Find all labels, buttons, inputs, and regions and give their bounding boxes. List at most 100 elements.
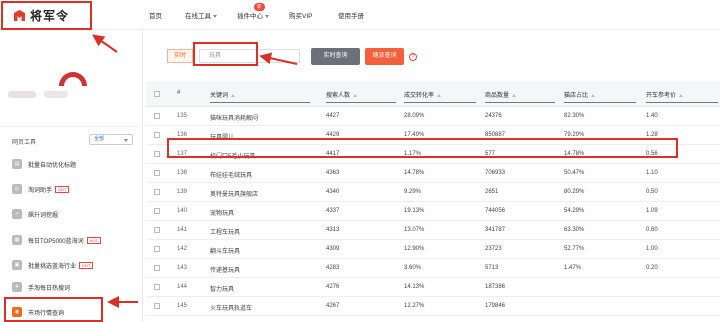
- help-icon[interactable]: ?: [409, 53, 417, 61]
- row-cpc: 1.09: [646, 208, 658, 214]
- row-cpc: 1.40: [646, 113, 658, 119]
- row-checkbox[interactable]: [154, 113, 160, 119]
- row-checkbox[interactable]: [154, 189, 160, 195]
- row-keyword[interactable]: 传递基玩具: [210, 265, 240, 274]
- chevron-down-icon: [213, 14, 217, 18]
- row-searchers: 4309: [326, 246, 340, 252]
- row-keyword[interactable]: 火车玩具轨道车: [210, 303, 252, 312]
- row-index: 145: [177, 303, 188, 309]
- annotation-box-market-query: [4, 297, 103, 322]
- table-row[interactable]: 141 工程车玩具 4313 13.07% 341787 63.30% 0.60: [146, 221, 720, 240]
- sidebar-item-label: 手淘每日热搜词: [28, 285, 71, 292]
- column-header-label: 商品数量: [485, 93, 510, 99]
- rising-words-icon: ↗: [12, 209, 22, 219]
- random-query-button[interactable]: 随派查词: [365, 48, 404, 65]
- row-keyword[interactable]: 猫咪玩具消耗解闷: [210, 113, 258, 122]
- row-checkbox[interactable]: [154, 265, 160, 271]
- sidebar-item-word-helper[interactable]: ◎ 淘词助手 HOT: [12, 182, 70, 196]
- row-keyword[interactable]: 宠物玩具: [210, 208, 234, 217]
- table-row[interactable]: 143 传递基玩具 4283 3.60% 5713 1.47% 0.20: [146, 259, 720, 278]
- column-header-searchers[interactable]: 搜索人数: [326, 90, 358, 99]
- select-all-checkbox[interactable]: [154, 91, 160, 97]
- column-header-label: 搜索人数: [326, 93, 351, 99]
- nav-home[interactable]: 首页: [149, 10, 162, 20]
- table-row[interactable]: 140 宠物玩具 4337 19.13% 744056 54.29% 1.09: [146, 202, 720, 221]
- table-row[interactable]: 135 猫咪玩具消耗解闷 4427 28.09% 24376 82.30% 1.40: [146, 107, 720, 126]
- sidebar: 网页工具 全部 ▤ 批量自动优化标题 ◎ 淘词助手 HOT ↗ 飙升词挖掘 ▦ …: [0, 30, 143, 322]
- sidebar-item-hot-search[interactable]: ✦ 手淘每日热搜词: [12, 280, 70, 294]
- row-cpc: 0.60: [646, 227, 658, 233]
- row-keyword[interactable]: 布娃娃毛绒玩具: [210, 170, 252, 179]
- annotation-box-search: [193, 42, 258, 66]
- row-checkbox[interactable]: [154, 227, 160, 233]
- section-label: 网页工具: [12, 140, 37, 146]
- row-items: 23723: [485, 246, 502, 252]
- row-cpc: 1.10: [646, 170, 658, 176]
- row-tmall-share: 63.30%: [564, 227, 585, 233]
- table-row[interactable]: 142 翻斗车玩具 4309 12.90% 23723 52.77% 1.00: [146, 240, 720, 259]
- header-underline: [210, 102, 310, 103]
- column-header-tmall-share[interactable]: 猫店占比: [564, 90, 596, 99]
- column-header-items[interactable]: 商品数量: [485, 90, 517, 99]
- row-checkbox[interactable]: [154, 284, 160, 290]
- divider: [0, 126, 143, 127]
- column-header-cpc[interactable]: 开车参考价: [646, 90, 684, 99]
- row-keyword[interactable]: 智力玩具: [210, 284, 234, 293]
- sidebar-item-blue-ocean[interactable]: ▣ 批量挑选蓝海行业 HOT: [12, 258, 94, 272]
- header-underline: [326, 102, 396, 103]
- annotation-box-row-137: [167, 138, 678, 158]
- table-row[interactable]: 144 智力玩具 4276 14.13% 187386: [146, 278, 720, 297]
- row-index: 140: [177, 208, 188, 214]
- row-checkbox[interactable]: [154, 132, 160, 138]
- row-items: 5713: [485, 265, 499, 271]
- filter-selected-value: 全部: [94, 136, 105, 142]
- row-index: 135: [177, 113, 188, 119]
- row-searchers: 4313: [326, 227, 340, 233]
- sidebar-item-rising-words[interactable]: ↗ 飙升词挖掘: [12, 207, 58, 221]
- top-bar: 将军令 首页 在线工具 插件中心 新 购买VIP 使用手册: [0, 0, 720, 30]
- table-row[interactable]: 138 布娃娃毛绒玩具 4363 14.78% 706933 50.47% 1.10: [146, 164, 720, 183]
- row-items: 179846: [485, 303, 506, 309]
- nav-manual[interactable]: 使用手册: [338, 10, 364, 20]
- sidebar-item-top5000[interactable]: ▦ 每日TOP5000蓝海词 HOT: [12, 233, 102, 247]
- row-checkbox[interactable]: [154, 208, 160, 214]
- row-keyword[interactable]: 翻斗车玩具: [210, 246, 240, 255]
- row-conversion: 19.13%: [404, 208, 425, 214]
- sidebar-item-label: 淘词助手: [28, 187, 53, 194]
- row-tmall-share: 54.29%: [564, 208, 585, 214]
- column-header-label: 成交转化率: [404, 93, 435, 99]
- row-conversion: 28.09%: [404, 113, 425, 119]
- row-checkbox[interactable]: [154, 151, 160, 157]
- row-index: 144: [177, 284, 188, 290]
- row-checkbox[interactable]: [154, 303, 160, 309]
- tab-realtime[interactable]: 实时: [167, 49, 193, 63]
- row-index: 141: [177, 227, 188, 233]
- sidebar-item-label: 飙升词挖掘: [28, 212, 59, 219]
- header-underline: [564, 102, 636, 103]
- column-header-index: #: [177, 90, 181, 96]
- table-row[interactable]: 139 奥特曼玩具旗舰店 4340 9.29% 2651 80.29% 0.50: [146, 183, 720, 202]
- row-checkbox[interactable]: [154, 246, 160, 252]
- row-cpc: 1.00: [646, 246, 658, 252]
- realtime-query-button[interactable]: 实时查询: [311, 48, 360, 65]
- nav-plugin-center[interactable]: 插件中心: [237, 10, 269, 20]
- nav-buy-vip[interactable]: 购买VIP: [289, 10, 312, 20]
- word-helper-icon: ◎: [12, 184, 22, 194]
- new-badge: 新: [254, 3, 265, 11]
- row-conversion: 9.29%: [404, 189, 422, 195]
- row-cpc: 0.20: [646, 265, 658, 271]
- row-keyword[interactable]: 工程车玩具: [210, 227, 240, 236]
- row-conversion: 14.78%: [404, 170, 425, 176]
- hot-badge: HOT: [55, 185, 70, 193]
- column-header-conversion[interactable]: 成交转化率: [404, 90, 442, 99]
- hot-search-icon: ✦: [12, 282, 22, 292]
- row-tmall-share: 52.77%: [564, 246, 585, 252]
- nav-tools[interactable]: 在线工具: [185, 10, 217, 20]
- table-row[interactable]: 145 火车玩具轨道车 4267 12.27% 179846: [146, 297, 720, 316]
- sidebar-item-label: 批量自动优化标题: [28, 162, 77, 169]
- row-keyword[interactable]: 奥特曼玩具旗舰店: [210, 189, 258, 198]
- sidebar-item-batch-title[interactable]: ▤ 批量自动优化标题: [12, 157, 76, 171]
- column-header-keyword[interactable]: 关键词: [210, 90, 236, 99]
- tool-filter-select[interactable]: 全部: [89, 134, 133, 145]
- row-checkbox[interactable]: [154, 170, 160, 176]
